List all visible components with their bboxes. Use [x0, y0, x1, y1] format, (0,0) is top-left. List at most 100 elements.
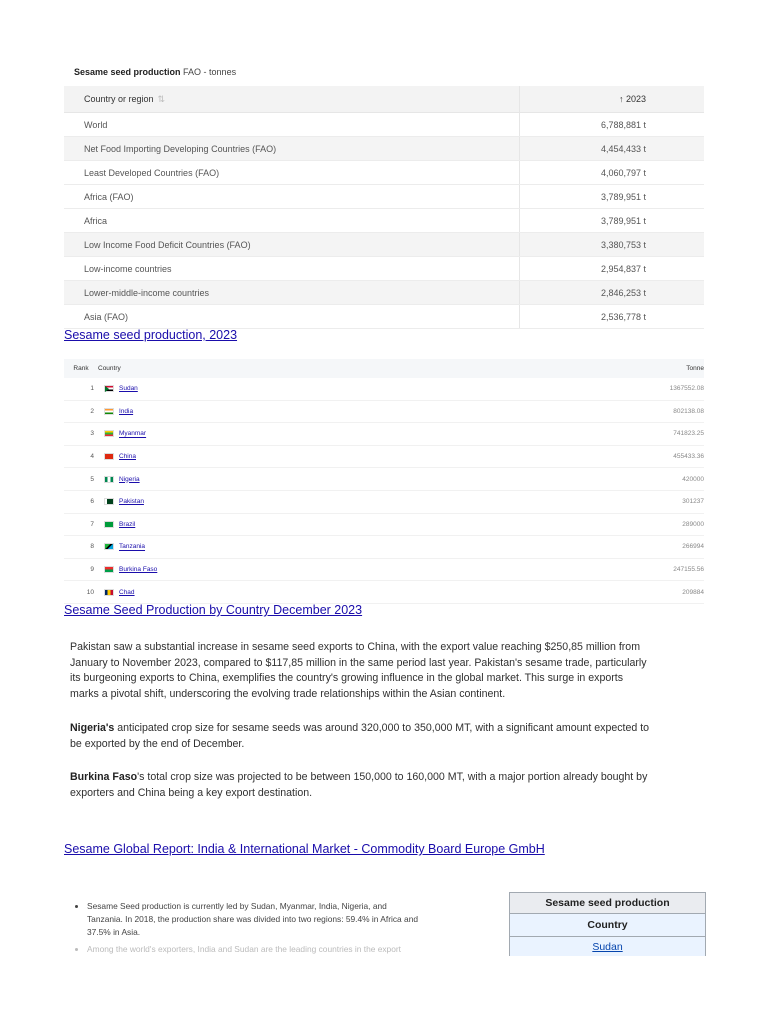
region-value: 3,789,951 t [519, 208, 704, 233]
global-report-link[interactable]: Sesame Global Report: India & Internatio… [64, 842, 545, 856]
region-name: Low Income Food Deficit Countries (FAO) [64, 232, 520, 257]
country-column-label: Country or region [84, 93, 154, 104]
table-row: 7 Brazil 289000 [64, 513, 704, 537]
table-row: Least Developed Countries (FAO) 4,060,797… [64, 160, 704, 185]
region-name: Net Food Importing Developing Countries … [64, 136, 520, 161]
region-name: Least Developed Countries (FAO) [64, 160, 520, 185]
china-flag-icon [104, 452, 114, 460]
nigeria-flag-icon [104, 475, 114, 483]
table-row: Low-income countries 2,954,837 t [64, 256, 704, 281]
burkina-text: 's total crop size was projected to be b… [70, 771, 648, 799]
region-name: Asia (FAO) [64, 304, 520, 329]
country-link[interactable]: Tanzania [119, 544, 145, 551]
country-link[interactable]: India [119, 408, 133, 415]
nigeria-paragraph: Nigeria's anticipated crop size for sesa… [70, 721, 650, 752]
burkina-bold: Burkina Faso [70, 771, 138, 784]
myanmar-flag-icon [104, 430, 114, 438]
table-row: Africa (FAO) 3,789,951 t [64, 184, 704, 209]
region-value: 6,788,881 t [519, 112, 704, 137]
bullet-list: Sesame Seed production is currently led … [70, 900, 420, 954]
country-link[interactable]: Pakistan [119, 498, 144, 505]
table-row: 2 India 802138.08 [64, 400, 704, 424]
rank-number: 4 [64, 445, 98, 469]
table-row: Lower-middle-income countries 2,846,253 t [64, 280, 704, 305]
tonnes-column-header: Tonne [481, 359, 704, 378]
country-link[interactable]: Myanmar [119, 431, 146, 438]
burkina-paragraph: Burkina Faso's total crop size was proje… [70, 770, 650, 801]
tonnes-value: 247155.56 [481, 558, 704, 582]
region-name: Lower-middle-income countries [64, 280, 520, 305]
rank-number: 3 [64, 422, 98, 446]
country-link[interactable]: Burkina Faso [119, 566, 157, 573]
bullet-list-panel: Sesame Seed production is currently led … [70, 900, 420, 954]
rank-number: 1 [64, 378, 98, 401]
table-row: Net Food Importing Developing Countries … [64, 136, 704, 161]
country-link[interactable]: Brazil [119, 521, 135, 528]
wiki-country-link[interactable]: Sudan [510, 937, 705, 956]
country-link[interactable]: Sudan [119, 385, 138, 392]
tanzania-flag-icon [104, 543, 114, 551]
tonnes-value: 266994 [481, 535, 704, 559]
tonnes-value: 802138.08 [481, 400, 704, 424]
tonnes-value: 209884 [481, 580, 704, 604]
table-row: Low Income Food Deficit Countries (FAO) 3… [64, 232, 704, 257]
sort-icon[interactable]: ⇅ [158, 94, 166, 104]
fao-caption-title: Sesame seed production [74, 67, 181, 77]
production-2023-link[interactable]: Sesame seed production, 2023 [64, 328, 237, 342]
country-link[interactable]: Nigeria [119, 476, 140, 483]
pakistan-flag-icon [104, 498, 114, 506]
list-item: Among the world's exporters, India and S… [87, 943, 420, 954]
table-row: 8 Tanzania 266994 [64, 535, 704, 559]
country-link[interactable]: China [119, 453, 136, 460]
table-row: 5 Nigeria 420000 [64, 467, 704, 491]
rank-number: 5 [64, 467, 98, 491]
fao-caption-unit: FAO - tonnes [180, 67, 237, 77]
tonnes-value: 741823.25 [481, 422, 704, 446]
nigeria-text: anticipated crop size for sesame seeds w… [70, 721, 650, 750]
region-value: 3,380,753 t [519, 232, 704, 257]
rank-table-panel: Rank Country Tonne 1 Sudan 1367552.08 2 Ind… [64, 359, 704, 604]
year-column-header[interactable]: ↑ 2023 [519, 86, 704, 113]
tonnes-value: 420000 [481, 467, 704, 491]
table-row: Africa 3,789,951 t [64, 208, 704, 233]
table-row: 4 China 455433.36 [64, 445, 704, 469]
country-column-header[interactable]: Country or region ⇅ [64, 86, 520, 113]
rank-number: 6 [64, 490, 98, 514]
tonnes-value: 1367552.08 [481, 378, 704, 401]
table-row: 10 Chad 209884 [64, 580, 704, 604]
rank-number: 8 [64, 535, 98, 559]
region-value: 3,789,951 t [519, 184, 704, 209]
article-body: Pakistan saw a substantial increase in s… [70, 640, 650, 820]
pakistan-paragraph: Pakistan saw a substantial increase in s… [70, 641, 647, 701]
region-name: Africa (FAO) [64, 184, 520, 209]
list-item: Sesame Seed production is currently led … [87, 900, 420, 938]
table-row: 1 Sudan 1367552.08 [64, 378, 704, 401]
wiki-production-table: Sesame seed production Country Sudan [509, 892, 706, 956]
country-link[interactable]: Chad [119, 589, 135, 596]
rank-number: 7 [64, 513, 98, 537]
region-value: 2,846,253 t [519, 280, 704, 305]
burkina-faso-flag-icon [104, 565, 114, 573]
region-value: 2,954,837 t [519, 256, 704, 281]
tonnes-value: 301237 [481, 490, 704, 514]
table-row: 3 Myanmar 741823.25 [64, 422, 704, 446]
rank-number: 10 [64, 580, 98, 604]
region-value: 4,454,433 t [519, 136, 704, 161]
table-row: 6 Pakistan 301237 [64, 490, 704, 514]
table-row: Asia (FAO) 2,536,778 t [64, 304, 704, 329]
sudan-flag-icon [104, 385, 114, 393]
rank-number: 9 [64, 558, 98, 582]
rank-number: 2 [64, 400, 98, 424]
fao-table-caption: Sesame seed production FAO - tonnes [74, 66, 704, 78]
table-row: 9 Burkina Faso 247155.56 [64, 558, 704, 582]
chad-flag-icon [104, 588, 114, 596]
production-by-country-link[interactable]: Sesame Seed Production by Country Decemb… [64, 603, 362, 617]
region-name: Africa [64, 208, 520, 233]
tonnes-value: 455433.36 [481, 445, 704, 469]
fao-production-table: Country or region ⇅ ↑ 2023 World 6,788,881… [64, 86, 704, 329]
fao-header-row: Country or region ⇅ ↑ 2023 [64, 86, 704, 113]
region-value: 2,536,778 t [519, 304, 704, 329]
region-value: 4,060,797 t [519, 160, 704, 185]
wiki-table-title: Sesame seed production [510, 893, 705, 914]
wiki-country-header: Country [510, 914, 705, 937]
